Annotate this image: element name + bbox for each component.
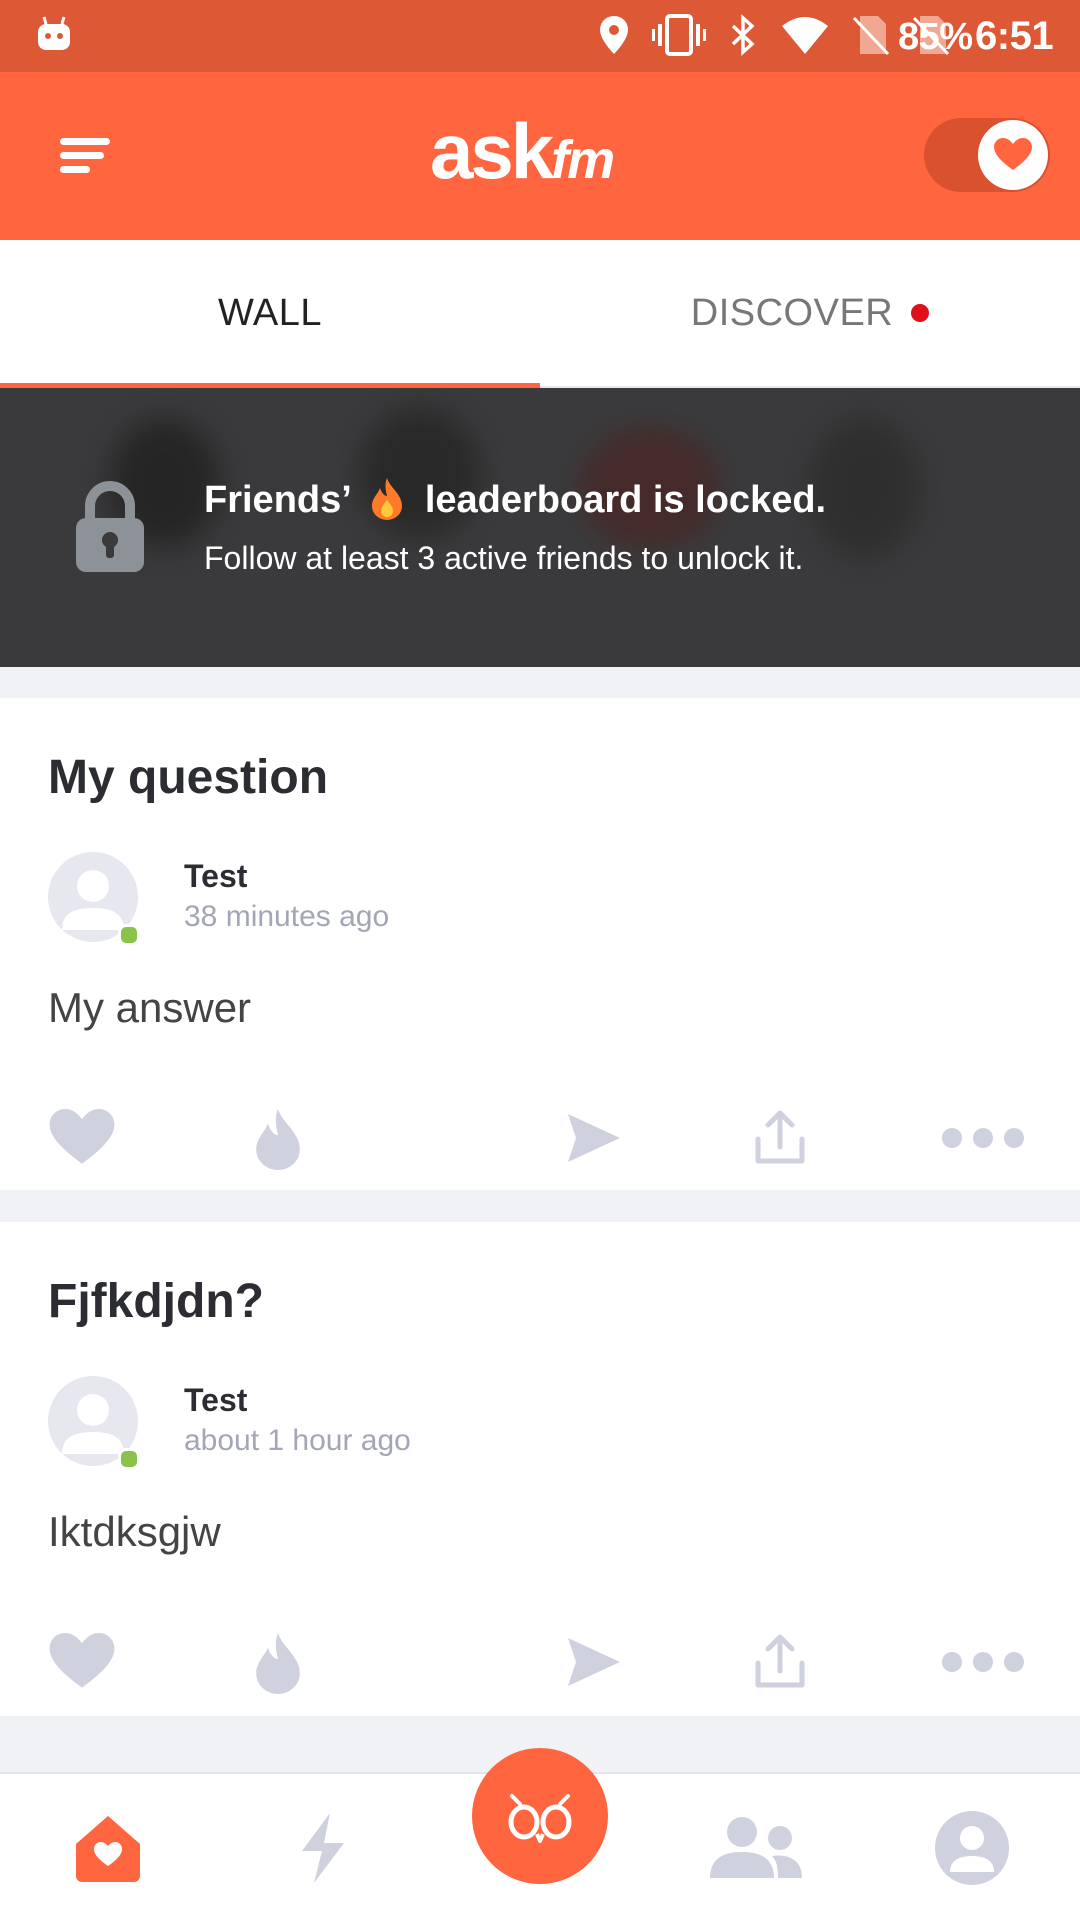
online-indicator: [118, 924, 140, 946]
more-button[interactable]: [940, 1622, 1026, 1702]
username[interactable]: Test: [184, 858, 247, 895]
timestamp: about 1 hour ago: [184, 1424, 411, 1457]
owl-icon: [508, 1794, 572, 1843]
username[interactable]: Test: [184, 1382, 247, 1419]
vibrate-icon: [652, 14, 706, 56]
leaderboard-title: Friends’ leaderboard is locked.: [204, 476, 826, 522]
more-button[interactable]: [940, 1098, 1026, 1178]
no-sim-icon: [852, 16, 890, 56]
online-indicator: [118, 1448, 140, 1470]
leaderboard-banner[interactable]: Friends’ leaderboard is locked. Follow a…: [0, 388, 1080, 667]
answer-text: My answer: [48, 984, 252, 1031]
post-actions: [0, 1622, 1080, 1702]
tab-wall-label: WALL: [217, 291, 323, 334]
timestamp: 38 minutes ago: [184, 900, 390, 933]
logo-sub: fm: [551, 130, 615, 190]
status-bar: 85% 6:51: [0, 0, 1080, 72]
fire-icon: [256, 1108, 300, 1170]
logo-main: ask: [430, 107, 554, 195]
toggle-knob: [978, 120, 1048, 190]
app-bar: askfm: [0, 72, 1080, 240]
askfm-logo: askfm: [430, 112, 615, 190]
lock-icon: [76, 481, 144, 572]
share-button[interactable]: [754, 1622, 806, 1702]
send-icon: [568, 1638, 620, 1686]
clock: 6:51: [975, 14, 1054, 58]
nav-profile[interactable]: [934, 1774, 1010, 1922]
fire-button[interactable]: [250, 1098, 306, 1178]
blurred-avatar: [810, 418, 920, 558]
fire-icon: [372, 478, 403, 520]
leaderboard-title-end: leaderboard is locked.: [424, 479, 827, 521]
nav-home[interactable]: [72, 1774, 144, 1922]
tab-discover-label: DISCOVER: [690, 291, 894, 334]
battery-level: 85%: [898, 16, 973, 58]
send-button[interactable]: [566, 1622, 622, 1702]
wifi-icon: [782, 17, 828, 54]
leaderboard-subtitle: Follow at least 3 active friends to unlo…: [204, 540, 804, 576]
tab-wall[interactable]: WALL: [0, 240, 540, 386]
post-card: My question Test 38 minutes ago My answe…: [0, 698, 1080, 1190]
notification-dot: [911, 304, 930, 322]
send-button[interactable]: [566, 1098, 622, 1178]
answer-text: Iktdksgjw: [48, 1508, 221, 1555]
fire-icon: [256, 1632, 300, 1694]
question-title: Fjfkdjdn?: [48, 1275, 264, 1328]
like-button[interactable]: [48, 1098, 116, 1178]
more-icon: [942, 1128, 1024, 1148]
tab-discover[interactable]: DISCOVER: [540, 240, 1080, 386]
fire-button[interactable]: [250, 1622, 306, 1702]
post-card: Fjfkdjdn? Test about 1 hour ago Iktdksgj…: [0, 1222, 1080, 1716]
menu-icon[interactable]: [56, 128, 116, 184]
nav-friends[interactable]: [706, 1774, 806, 1922]
home-heart-icon: [76, 1816, 140, 1882]
tab-bar: WALL DISCOVER: [0, 240, 1080, 389]
heart-icon: [994, 138, 1032, 170]
share-icon: [755, 1634, 805, 1688]
send-icon: [568, 1114, 620, 1162]
post-actions: [0, 1098, 1080, 1178]
profile-icon: [935, 1811, 1009, 1885]
lightning-icon: [302, 1813, 344, 1883]
bluetooth-icon: [731, 14, 755, 56]
heart-toggle[interactable]: [924, 118, 1050, 192]
like-button[interactable]: [48, 1622, 116, 1702]
leaderboard-title-start: Friends’: [204, 479, 350, 521]
question-title: My question: [48, 751, 329, 804]
friends-icon: [710, 1817, 802, 1878]
ask-question-fab[interactable]: [472, 1748, 608, 1884]
android-icon: [38, 16, 70, 50]
nav-activity[interactable]: [294, 1774, 352, 1922]
location-icon: [600, 16, 628, 54]
share-button[interactable]: [754, 1098, 806, 1178]
heart-icon: [49, 1633, 115, 1688]
heart-icon: [49, 1109, 115, 1164]
share-icon: [755, 1110, 805, 1164]
more-icon: [942, 1652, 1024, 1672]
